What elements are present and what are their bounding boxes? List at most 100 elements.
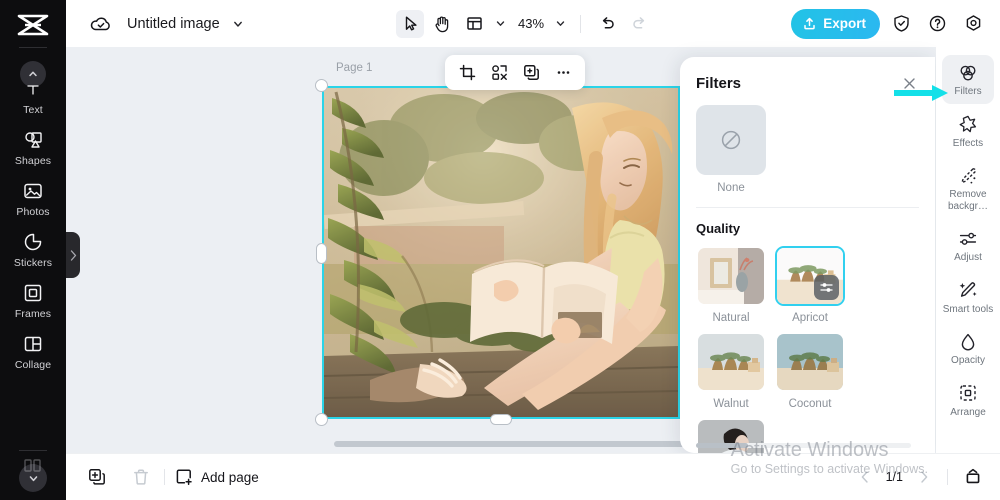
- export-label: Export: [823, 16, 866, 31]
- sidebar-item-text[interactable]: Text: [0, 54, 66, 122]
- bottom-toolbar-divider: [164, 469, 165, 485]
- filter-label: Apricot: [775, 312, 845, 324]
- more-button[interactable]: [549, 59, 577, 87]
- chevron-down-icon[interactable]: [232, 18, 244, 30]
- collage-icon: [22, 333, 44, 355]
- arrange-icon: [958, 383, 979, 404]
- sidebar-item-stickers[interactable]: Stickers: [0, 224, 66, 275]
- zoom-level-value[interactable]: 43%: [518, 16, 544, 31]
- top-right-actions: Export: [791, 0, 988, 47]
- filter-cell-coconut[interactable]: Coconut: [775, 332, 845, 410]
- filter-label: Coconut: [775, 398, 845, 410]
- right-rail-item-arrange[interactable]: Arrange: [942, 376, 994, 425]
- sidebar-item-label: Photos: [16, 206, 49, 218]
- text-icon: [22, 78, 44, 100]
- left-sidebar: Text Shapes: [0, 0, 66, 500]
- add-page-button[interactable]: Add page: [175, 468, 259, 486]
- duplicate-page-icon[interactable]: [84, 464, 110, 490]
- duplicate-button[interactable]: [517, 59, 545, 87]
- upload-icon: [802, 16, 817, 31]
- resize-handle-bottom-left[interactable]: [315, 413, 328, 426]
- panel-title: Filters: [696, 75, 741, 92]
- right-rail-item-remove-background[interactable]: Remove backgr…: [942, 158, 994, 218]
- add-page-label: Add page: [201, 470, 259, 485]
- filter-grid: Natural: [696, 246, 919, 453]
- sidebar-collapse-toggle[interactable]: [66, 232, 80, 278]
- resize-handle-middle-left[interactable]: [316, 243, 327, 264]
- top-toolbar: Untitled image: [66, 0, 1000, 47]
- capcut-editor-window: Text Shapes: [0, 0, 1000, 500]
- filter-thumbnail[interactable]: [775, 246, 845, 306]
- sidebar-item-label: Shapes: [15, 155, 51, 167]
- sidebar-item-frames[interactable]: Frames: [0, 275, 66, 326]
- filter-section-title: Quality: [696, 221, 919, 236]
- no-filter-icon[interactable]: [696, 105, 766, 175]
- page-label: Page 1: [336, 62, 372, 74]
- filter-thumbnail[interactable]: [696, 332, 766, 392]
- filter-label: Natural: [696, 312, 766, 324]
- panel-scrollbar[interactable]: [696, 443, 911, 448]
- sidebar-divider-bottom: [19, 450, 47, 451]
- resize-handle-top-left[interactable]: [315, 79, 328, 92]
- sliders-icon[interactable]: [814, 275, 839, 300]
- selected-image-object[interactable]: [322, 86, 680, 419]
- filter-cell-walnut[interactable]: Walnut: [696, 332, 766, 410]
- zoom-dropdown-caret-icon[interactable]: [552, 10, 568, 38]
- right-rail-item-smart-tools[interactable]: Smart tools: [942, 273, 994, 322]
- opacity-drop-icon: [958, 331, 979, 352]
- redo-button[interactable]: [625, 10, 653, 38]
- capcut-logo[interactable]: [15, 12, 51, 38]
- right-rail-label: Smart tools: [943, 304, 994, 316]
- filters-panel: Filters None Quality: [680, 57, 935, 453]
- right-rail-item-effects[interactable]: Effects: [942, 107, 994, 156]
- hand-tool-button[interactable]: [428, 10, 456, 38]
- undo-button[interactable]: [593, 10, 621, 38]
- next-page-button[interactable]: [913, 466, 935, 488]
- right-rail-item-adjust[interactable]: Adjust: [942, 221, 994, 270]
- effects-star-icon: [958, 114, 979, 135]
- select-tool-button[interactable]: [396, 10, 424, 38]
- page-navigation: 1/1: [854, 464, 986, 490]
- more-tools-icon: [24, 459, 42, 478]
- filter-thumbnail[interactable]: [775, 332, 845, 392]
- sidebar-divider-top: [19, 47, 47, 48]
- page-indicator: 1/1: [886, 470, 903, 484]
- filter-thumbnail[interactable]: [696, 246, 766, 306]
- stickers-icon: [22, 231, 44, 253]
- settings-gear-icon[interactable]: [958, 9, 988, 39]
- filter-cell-natural[interactable]: Natural: [696, 246, 766, 324]
- right-rail-label: Adjust: [954, 252, 982, 264]
- sidebar-item-label: Collage: [15, 359, 51, 371]
- layout-tool-button[interactable]: [460, 10, 488, 38]
- delete-page-icon[interactable]: [128, 464, 154, 490]
- right-rail-label: Effects: [953, 138, 983, 150]
- right-rail-item-opacity[interactable]: Opacity: [942, 324, 994, 373]
- document-title[interactable]: Untitled image: [127, 16, 220, 32]
- frames-icon: [22, 282, 44, 304]
- cutout-button[interactable]: [485, 59, 513, 87]
- bottom-toolbar: Add page 1/1: [66, 453, 1000, 500]
- add-page-icon: [175, 468, 193, 486]
- crop-button[interactable]: [453, 59, 481, 87]
- layout-dropdown-caret-icon[interactable]: [492, 10, 508, 38]
- adjust-sliders-icon: [958, 228, 979, 249]
- help-icon[interactable]: [922, 9, 952, 39]
- toolbar-divider: [580, 15, 581, 33]
- prev-page-button[interactable]: [854, 466, 876, 488]
- sidebar-item-photos[interactable]: Photos: [0, 173, 66, 224]
- resize-handle-bottom-middle[interactable]: [490, 414, 512, 425]
- filter-label: Walnut: [696, 398, 766, 410]
- filters-circles-icon: [958, 62, 979, 83]
- right-rail-label: Filters: [954, 86, 981, 98]
- magic-wand-icon: [958, 280, 979, 301]
- filter-cell-apricot[interactable]: Apricot: [775, 246, 845, 324]
- filter-none-cell[interactable]: None: [696, 105, 919, 194]
- pages-view-icon[interactable]: [960, 464, 986, 490]
- shield-check-icon[interactable]: [886, 9, 916, 39]
- sidebar-item-shapes[interactable]: Shapes: [0, 122, 66, 173]
- cloud-save-icon[interactable]: [90, 15, 112, 33]
- sidebar-bottom: [0, 446, 66, 492]
- panel-body: None Quality: [680, 93, 935, 453]
- sidebar-item-collage[interactable]: Collage: [0, 326, 66, 377]
- export-button[interactable]: Export: [791, 9, 880, 39]
